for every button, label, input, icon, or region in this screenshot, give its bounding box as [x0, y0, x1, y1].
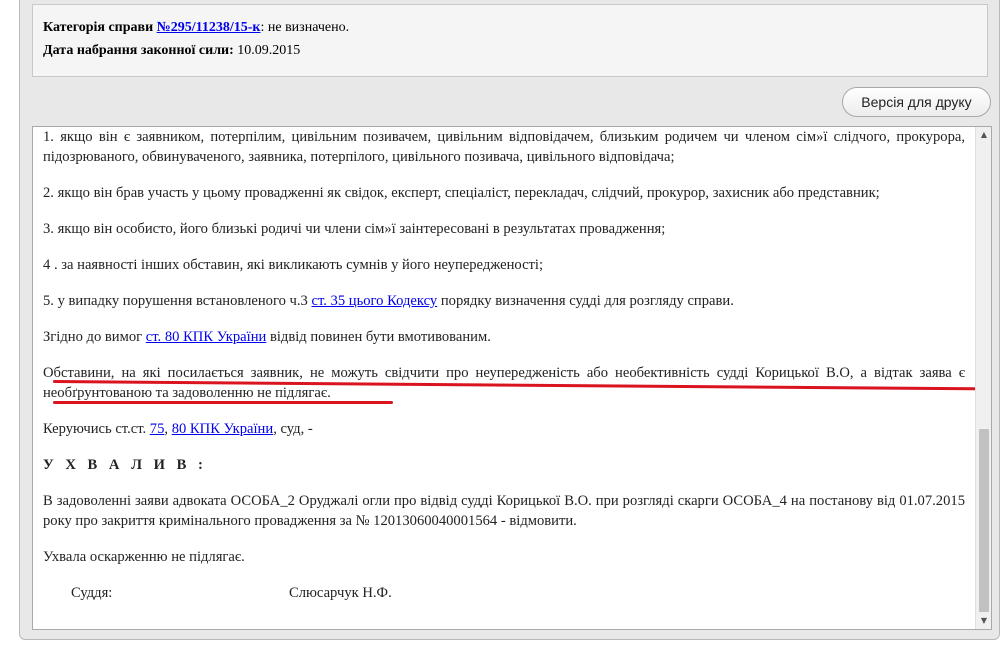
- paragraph: 2. якщо він брав участь у цьому провадже…: [43, 185, 880, 201]
- paragraph: 4 . за наявності інших обставин, які вик…: [43, 257, 544, 273]
- paragraph: Керуючись ст.ст. 75, 80 КПК України, суд…: [43, 419, 965, 439]
- judge-name: Слюсарчук Н.Ф.: [289, 585, 392, 601]
- paragraph-text: , суд, -: [273, 421, 313, 437]
- case-category-value: : не визначено.: [260, 20, 350, 35]
- document-scrollbar[interactable]: ▲ ▼: [975, 127, 991, 629]
- effective-date-row: Дата набрання законної сили: 10.09.2015: [43, 39, 977, 62]
- print-version-button[interactable]: Версія для друку: [842, 87, 991, 117]
- kpk-article-80-link[interactable]: ст. 80 КПК України: [146, 329, 267, 345]
- paragraph-text: відвід повинен бути вмотивованим.: [266, 329, 491, 345]
- paragraph-text: 5. у випадку порушення встановленого ч.3: [43, 293, 312, 309]
- document-frame: 1. якщо він є заявником, потерпілим, цив…: [32, 126, 992, 630]
- effective-date-value: 10.09.2015: [237, 43, 301, 58]
- paragraph: 5. у випадку порушення встановленого ч.3…: [43, 291, 965, 311]
- article-75-link[interactable]: 75: [150, 421, 165, 437]
- paragraph: 3. якщо він особисто, його близькі родич…: [43, 221, 666, 237]
- scroll-up-arrow-icon[interactable]: ▲: [976, 127, 991, 143]
- case-info-box: Категорія справи №295/11238/15-к: не виз…: [32, 4, 988, 77]
- paragraph: Ухвала оскарженню не підлягає.: [43, 549, 245, 565]
- case-category-row: Категорія справи №295/11238/15-к: не виз…: [43, 16, 977, 39]
- scrollbar-thumb[interactable]: [979, 429, 989, 612]
- scroll-down-arrow-icon[interactable]: ▼: [976, 613, 991, 629]
- case-number-link[interactable]: №295/11238/15-к: [157, 20, 261, 35]
- case-panel: Категорія справи №295/11238/15-к: не виз…: [19, 0, 1000, 640]
- paragraph: 1. якщо він є заявником, потерпілим, цив…: [43, 129, 965, 165]
- effective-date-label: Дата набрання законної сили:: [43, 43, 234, 58]
- judge-role: Суддя:: [71, 585, 113, 601]
- paragraph-text: Згідно до вимог: [43, 329, 146, 345]
- paragraph-text: ,: [164, 421, 172, 437]
- paragraph: Згідно до вимог ст. 80 КПК України відві…: [43, 327, 965, 347]
- case-category-label: Категорія справи: [43, 20, 154, 35]
- kpk-80-link[interactable]: 80 КПК України: [172, 421, 274, 437]
- paragraph-text: порядку визначення судді для розгляду сп…: [437, 293, 734, 309]
- ruling-heading: У Х В А Л И В :: [43, 457, 207, 473]
- code-article-35-link[interactable]: ст. 35 цього Кодексу: [311, 293, 437, 309]
- paragraph: В задоволенні заяви адвоката ОСОБА_2 Ору…: [43, 493, 965, 529]
- highlight-underline: [53, 401, 393, 404]
- paragraph-text: Керуючись ст.ст.: [43, 421, 150, 437]
